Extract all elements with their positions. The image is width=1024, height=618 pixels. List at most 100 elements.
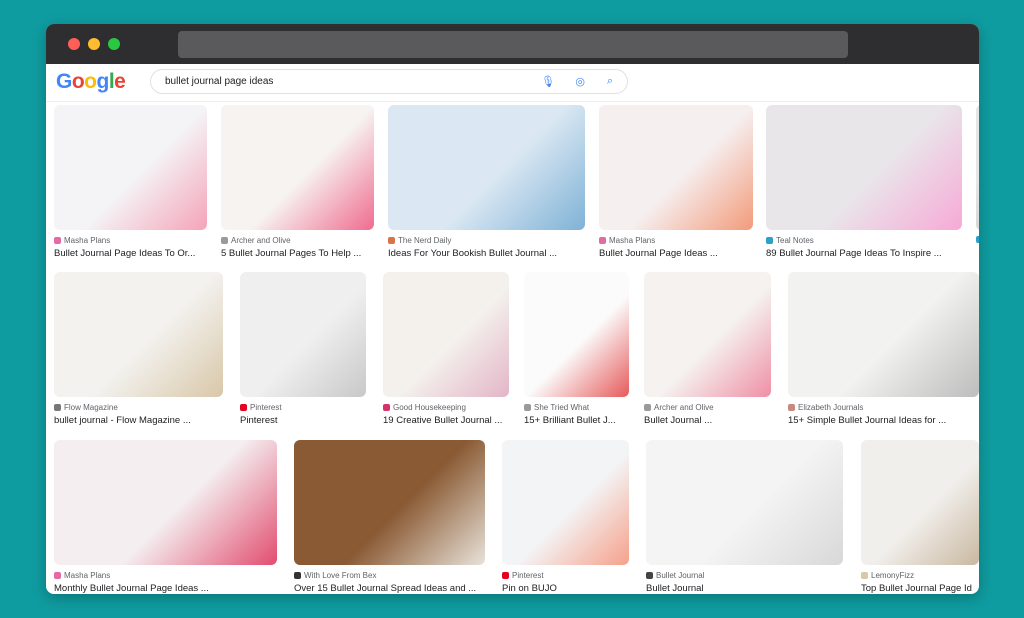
result-thumbnail[interactable] (644, 272, 771, 397)
result-row: Masha Plans Monthly Bullet Journal Page … (46, 440, 979, 594)
title-bar (46, 24, 979, 64)
image-result[interactable]: Masha Plans Monthly Bullet Journal Page … (54, 440, 277, 594)
result-title[interactable]: 5 Bullet Journal Pages To Help ... (221, 248, 374, 259)
result-title[interactable]: Bullet Journal Page Ideas To Or... (54, 248, 207, 259)
image-result[interactable]: With Love From Bex Over 15 Bullet Journa… (294, 440, 485, 594)
result-title[interactable]: 89 Bullet Journal Page Ideas To Inspire … (766, 248, 962, 259)
image-result[interactable]: Pinterest Pin on BUJO (502, 440, 629, 594)
google-logo[interactable]: Google (56, 70, 126, 94)
result-thumbnail[interactable] (976, 105, 979, 230)
close-button[interactable] (68, 38, 80, 50)
source-name: Archer and Olive (231, 236, 291, 245)
image-result[interactable]: Flow Magazine bullet journal - Flow Maga… (54, 272, 223, 426)
result-thumbnail[interactable] (294, 440, 485, 565)
image-result[interactable]: She Tried What 15+ Brilliant Bullet J... (524, 272, 629, 426)
source-favicon-icon (766, 237, 773, 244)
image-result[interactable]: Elizabeth Journals 15+ Simple Bullet Jou… (788, 272, 979, 426)
result-title[interactable]: Bullet Journal (646, 583, 843, 594)
search-input[interactable]: bullet journal page ideas 🎙 ◎ ⌕ (150, 69, 628, 94)
result-title[interactable]: Top Bullet Journal Page Id (861, 583, 979, 594)
image-result[interactable]: Bullet Journal Bullet Journal (646, 440, 843, 594)
result-source[interactable]: Archer and Olive (644, 403, 771, 412)
result-source[interactable]: Pinterest (240, 403, 366, 412)
result-thumbnail[interactable] (861, 440, 979, 565)
source-name: Masha Plans (64, 571, 111, 580)
result-source[interactable]: Elizabeth Journals (788, 403, 979, 412)
result-source[interactable]: Good Housekeeping (383, 403, 509, 412)
search-icon[interactable]: ⌕ (607, 75, 613, 88)
result-thumbnail[interactable] (502, 440, 629, 565)
result-title[interactable]: Over 15 Bullet Journal Spread Ideas and … (294, 583, 485, 594)
result-thumbnail[interactable] (54, 105, 207, 230)
source-favicon-icon (383, 404, 390, 411)
result-thumbnail[interactable] (388, 105, 585, 230)
result-source[interactable]: Archer and Olive (221, 236, 374, 245)
result-thumbnail[interactable] (766, 105, 962, 230)
source-name: With Love From Bex (304, 571, 377, 580)
result-source[interactable]: With Love From Bex (294, 571, 485, 580)
source-favicon-icon (861, 572, 868, 579)
image-result[interactable]: Masha Plans Bullet Journal Page Ideas ..… (599, 105, 753, 259)
result-title[interactable]: Bullet Journal ... (644, 415, 771, 426)
result-thumbnail[interactable] (646, 440, 843, 565)
image-result[interactable]: LemonyFizz Top Bullet Journal Page Id (861, 440, 979, 594)
result-source[interactable]: Masha Plans (54, 236, 207, 245)
source-favicon-icon (976, 236, 979, 243)
source-name: Teal Notes (776, 236, 814, 245)
result-thumbnail[interactable] (599, 105, 753, 230)
result-title[interactable]: Bullet Journal Page Ideas ... (599, 248, 753, 259)
image-result[interactable]: Archer and Olive 5 Bullet Journal Pages … (221, 105, 374, 259)
minimize-button[interactable] (88, 38, 100, 50)
result-title[interactable]: 15+ Brilliant Bullet J... (524, 415, 629, 426)
source-name: Pinterest (512, 571, 544, 580)
result-source[interactable]: Pinterest (502, 571, 629, 580)
source-name: Pinterest (250, 403, 282, 412)
result-title[interactable]: 15+ Simple Bullet Journal Ideas for ... (788, 415, 979, 426)
result-thumbnail[interactable] (524, 272, 629, 397)
result-source[interactable]: Masha Plans (599, 236, 753, 245)
microphone-icon[interactable]: 🎙 (541, 75, 555, 88)
search-query: bullet journal page ideas (165, 76, 274, 87)
result-source[interactable] (976, 236, 979, 243)
result-thumbnail[interactable] (788, 272, 979, 397)
source-name: Flow Magazine (64, 403, 118, 412)
result-thumbnail[interactable] (54, 272, 223, 397)
image-result[interactable]: The Nerd Daily Ideas For Your Bookish Bu… (388, 105, 585, 259)
source-favicon-icon (502, 572, 509, 579)
source-favicon-icon (54, 572, 61, 579)
result-source[interactable]: LemonyFizz (861, 571, 979, 580)
source-favicon-icon (788, 404, 795, 411)
result-title[interactable]: Ideas For Your Bookish Bullet Journal ..… (388, 248, 585, 259)
address-bar[interactable] (178, 31, 848, 58)
image-result[interactable]: Pinterest Pinterest (240, 272, 366, 426)
image-result[interactable]: Teal Notes 89 Bullet Journal Page Ideas … (766, 105, 962, 259)
source-name: The Nerd Daily (398, 236, 452, 245)
image-result[interactable] (976, 105, 979, 246)
result-title[interactable]: Pin on BUJO (502, 583, 629, 594)
image-result[interactable]: Masha Plans Bullet Journal Page Ideas To… (54, 105, 207, 259)
result-source[interactable]: Bullet Journal (646, 571, 843, 580)
result-source[interactable]: Masha Plans (54, 571, 277, 580)
source-name: She Tried What (534, 403, 590, 412)
result-thumbnail[interactable] (221, 105, 374, 230)
result-thumbnail[interactable] (383, 272, 509, 397)
result-thumbnail[interactable] (240, 272, 366, 397)
result-source[interactable]: She Tried What (524, 403, 629, 412)
source-name: Elizabeth Journals (798, 403, 864, 412)
source-favicon-icon (294, 572, 301, 579)
source-name: Masha Plans (64, 236, 111, 245)
result-source[interactable]: The Nerd Daily (388, 236, 585, 245)
source-favicon-icon (646, 572, 653, 579)
result-title[interactable]: bullet journal - Flow Magazine ... (54, 415, 223, 426)
image-result[interactable]: Good Housekeeping 19 Creative Bullet Jou… (383, 272, 509, 426)
source-favicon-icon (221, 237, 228, 244)
result-title[interactable]: 19 Creative Bullet Journal ... (383, 415, 509, 426)
result-source[interactable]: Teal Notes (766, 236, 962, 245)
lens-icon[interactable]: ◎ (575, 75, 585, 88)
result-title[interactable]: Monthly Bullet Journal Page Ideas ... (54, 583, 277, 594)
image-result[interactable]: Archer and Olive Bullet Journal ... (644, 272, 771, 426)
result-thumbnail[interactable] (54, 440, 277, 565)
result-source[interactable]: Flow Magazine (54, 403, 223, 412)
result-title[interactable]: Pinterest (240, 415, 366, 426)
maximize-button[interactable] (108, 38, 120, 50)
